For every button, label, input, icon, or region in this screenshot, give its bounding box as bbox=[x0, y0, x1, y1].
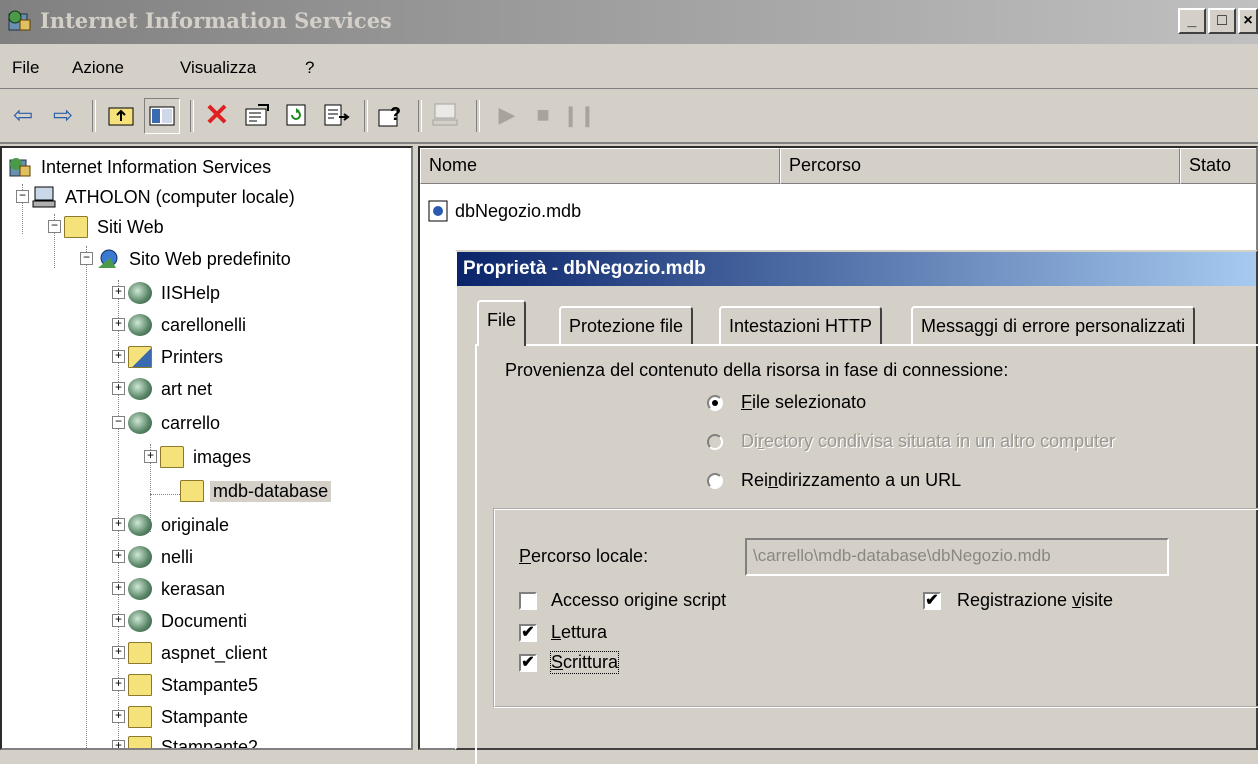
printer-folder-icon bbox=[128, 346, 152, 368]
expand-toggle[interactable]: + bbox=[112, 645, 125, 659]
collapse-toggle[interactable]: − bbox=[80, 251, 93, 265]
tab-messaggi-errore[interactable]: Messaggi di errore personalizzati bbox=[911, 306, 1196, 346]
expand-toggle[interactable]: + bbox=[144, 449, 157, 463]
collapse-toggle[interactable]: − bbox=[112, 415, 125, 429]
radio-file-selezionato[interactable] bbox=[707, 395, 723, 411]
local-path-group: Percorso locale: \carrello\mdb-database\… bbox=[493, 508, 1258, 708]
virtual-dir-icon bbox=[128, 282, 152, 304]
checkbox-lettura-label: Lettura bbox=[551, 622, 608, 642]
export-list-icon[interactable] bbox=[320, 98, 354, 132]
tab-protezione-file[interactable]: Protezione file bbox=[559, 306, 694, 346]
expand-toggle[interactable]: + bbox=[112, 349, 125, 363]
toolbar-separator bbox=[92, 100, 96, 132]
folder-icon bbox=[128, 674, 152, 696]
play-icon[interactable]: ▶ bbox=[490, 98, 524, 132]
properties-dialog: Proprietà - dbNegozio.mdb File Protezion… bbox=[455, 250, 1258, 764]
toolbar-separator bbox=[190, 100, 194, 132]
radio-reindirizzamento-url-label: Reindirizzamento a un URL bbox=[741, 470, 962, 490]
back-icon[interactable]: ⇦ bbox=[6, 98, 40, 132]
checkbox-scrittura[interactable]: ✔ bbox=[519, 654, 537, 672]
tree-line bbox=[150, 494, 180, 495]
computer-icon[interactable] bbox=[428, 98, 462, 132]
toolbar-separator bbox=[476, 100, 480, 132]
show-tree-icon[interactable] bbox=[144, 98, 180, 134]
maximize-button[interactable]: □ bbox=[1208, 8, 1236, 34]
radio-directory-condivisa-label: Directory condivisa situata in un altro … bbox=[741, 431, 1116, 451]
folder-icon bbox=[160, 446, 184, 468]
checkbox-lettura[interactable]: ✔ bbox=[519, 624, 537, 642]
local-path-field: \carrello\mdb-database\dbNegozio.mdb bbox=[745, 538, 1169, 576]
website-icon bbox=[98, 249, 118, 268]
column-header-percorso[interactable]: Percorso bbox=[780, 148, 1180, 184]
folder-icon bbox=[64, 216, 88, 238]
expand-toggle[interactable]: + bbox=[112, 677, 125, 691]
refresh-icon[interactable] bbox=[280, 98, 314, 132]
tab-file[interactable]: File bbox=[477, 300, 527, 346]
tree-line bbox=[86, 246, 87, 748]
collapse-toggle[interactable]: − bbox=[16, 189, 29, 203]
toolbar-separator bbox=[418, 100, 422, 132]
delete-icon[interactable]: ✕ bbox=[200, 98, 234, 132]
toolbar: ⇦ ⇨ ✕ ? ▶ ■ ❙❙ bbox=[0, 90, 1258, 144]
stop-icon[interactable]: ■ bbox=[526, 98, 560, 132]
tab-intestazioni-http[interactable]: Intestazioni HTTP bbox=[719, 306, 883, 346]
dialog-title: Proprietà - dbNegozio.mdb bbox=[457, 252, 1256, 286]
forward-icon[interactable]: ⇨ bbox=[46, 98, 80, 132]
close-button[interactable]: × bbox=[1238, 8, 1258, 34]
window-title: Internet Information Services bbox=[40, 8, 392, 33]
checkbox-accesso-origine-script-label: Accesso origine script bbox=[551, 590, 727, 610]
content-source-label: Provenienza del contenuto della risorsa … bbox=[505, 360, 1009, 380]
pause-icon[interactable]: ❙❙ bbox=[562, 98, 596, 132]
radio-reindirizzamento-url[interactable] bbox=[707, 473, 723, 489]
virtual-dir-icon bbox=[128, 610, 152, 632]
expand-toggle[interactable]: + bbox=[112, 285, 125, 299]
iis-icon bbox=[9, 158, 31, 177]
radio-file-selezionato-label: File selezionato bbox=[741, 392, 867, 412]
expand-toggle[interactable]: + bbox=[112, 613, 125, 627]
menu-file[interactable]: File bbox=[12, 58, 39, 78]
folder-icon bbox=[128, 736, 152, 748]
help-icon[interactable]: ? bbox=[374, 98, 408, 132]
checkbox-accesso-origine-script[interactable] bbox=[519, 592, 537, 610]
folder-icon bbox=[128, 706, 152, 728]
expand-toggle[interactable]: + bbox=[112, 517, 125, 531]
menu-azione[interactable]: Azione bbox=[72, 58, 124, 78]
menu-help[interactable]: ? bbox=[305, 58, 314, 78]
checkbox-registrazione-visite[interactable]: ✔ bbox=[923, 592, 941, 610]
virtual-dir-icon bbox=[128, 546, 152, 568]
title-bar: Internet Information Services _ □ × bbox=[0, 0, 1258, 44]
toolbar-separator bbox=[364, 100, 368, 132]
column-header-stato[interactable]: Stato bbox=[1180, 148, 1256, 184]
menu-visualizza[interactable]: Visualizza bbox=[180, 58, 256, 78]
up-folder-icon[interactable] bbox=[104, 98, 138, 132]
properties-icon[interactable] bbox=[240, 98, 274, 132]
virtual-dir-icon bbox=[128, 314, 152, 336]
radio-directory-condivisa bbox=[707, 434, 723, 450]
checkbox-registrazione-visite-label: Registrazione visite bbox=[957, 590, 1114, 610]
expand-toggle[interactable]: + bbox=[112, 739, 125, 748]
expand-toggle[interactable]: + bbox=[112, 317, 125, 331]
virtual-dir-icon bbox=[128, 412, 152, 434]
tree-pane[interactable]: Internet Information Services − ATHOLON … bbox=[0, 146, 413, 750]
expand-toggle[interactable]: + bbox=[112, 709, 125, 723]
column-header-nome[interactable]: Nome bbox=[420, 148, 780, 184]
iis-app-icon bbox=[8, 10, 31, 31]
expand-toggle[interactable]: + bbox=[112, 381, 125, 395]
expand-toggle[interactable]: + bbox=[112, 581, 125, 595]
virtual-dir-icon bbox=[128, 514, 152, 536]
minimize-button[interactable]: _ bbox=[1178, 8, 1206, 34]
folder-icon bbox=[180, 480, 204, 502]
mdb-file-icon bbox=[428, 200, 448, 222]
virtual-dir-icon bbox=[128, 578, 152, 600]
local-path-label: Percorso locale: bbox=[519, 546, 649, 566]
checkbox-scrittura-label: Scrittura bbox=[549, 651, 620, 674]
svg-text:?: ? bbox=[390, 104, 401, 124]
expand-toggle[interactable]: + bbox=[112, 549, 125, 563]
collapse-toggle[interactable]: − bbox=[48, 219, 61, 233]
computer-icon bbox=[32, 186, 56, 208]
folder-icon bbox=[128, 642, 152, 664]
menu-bar: File Azione Visualizza ? bbox=[0, 46, 1258, 89]
virtual-dir-icon bbox=[128, 378, 152, 400]
